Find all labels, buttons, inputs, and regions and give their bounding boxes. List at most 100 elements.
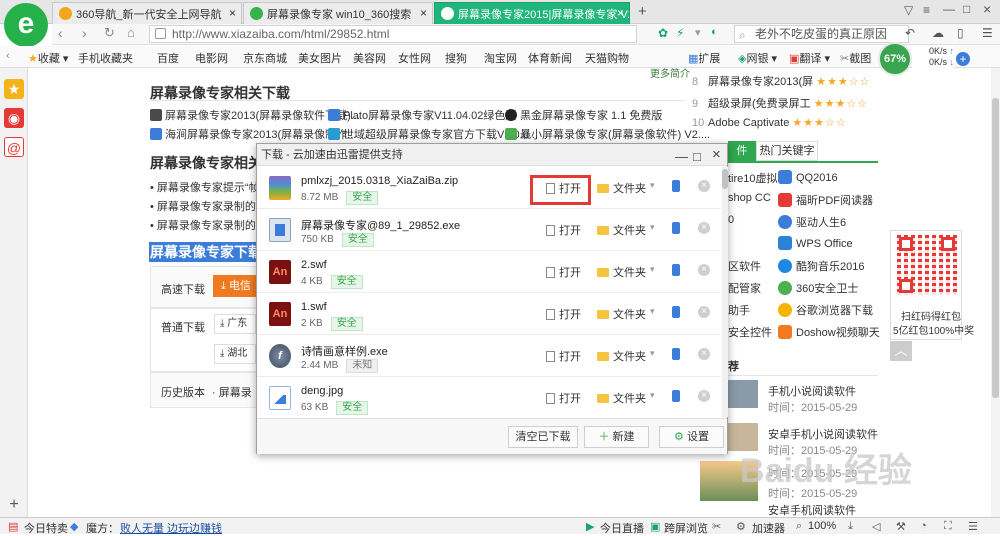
send-to-phone-icon[interactable] — [672, 306, 680, 318]
rank-item[interactable]: 10 Adobe Captivate ★★★☆☆ — [692, 116, 847, 129]
scrollbar-thumb[interactable] — [722, 169, 728, 189]
bookmark-item[interactable]: 女性网 — [398, 50, 431, 66]
new-tab-button[interactable]: + — [638, 3, 647, 20]
close-icon[interactable]: × — [420, 6, 427, 20]
send-to-phone-icon[interactable] — [672, 222, 680, 234]
refresh-icon[interactable]: ↻ — [104, 25, 115, 41]
open-button[interactable]: 打开 — [546, 390, 581, 406]
bookmark-item[interactable]: 美女图片 — [298, 50, 342, 66]
send-to-phone-icon[interactable] — [672, 390, 680, 402]
folder-button[interactable]: 文件夹 — [597, 180, 646, 196]
telecom-download-button[interactable]: ⤓ 电信 — [213, 275, 256, 297]
delete-icon[interactable]: × — [698, 264, 710, 276]
bookmark-item[interactable]: 手机收藏夹 — [78, 50, 133, 66]
download-item[interactable]: pmlxzj_2015.0318_XiaZaiBa.zip 8.72 MB 安全 … — [257, 167, 721, 209]
rank-item[interactable]: 9 超级录屏(免费录屏工 ★★★☆☆ — [692, 95, 868, 111]
scrollbar-thumb[interactable] — [992, 98, 999, 398]
bookmark-item[interactable]: 京东商城 — [243, 50, 287, 66]
zoom-level[interactable]: 100% — [808, 520, 836, 532]
cart-icon[interactable]: ▤ — [8, 520, 18, 533]
new-download-button[interactable]: ＋ 新建 — [584, 426, 649, 448]
download-icon[interactable]: ⤓ — [848, 520, 853, 533]
folder-button[interactable]: 文件夹 — [597, 348, 646, 364]
page-scrollbar[interactable] — [991, 68, 1000, 517]
software-item[interactable]: 驱动人生6 — [778, 214, 846, 230]
window-close-icon[interactable]: × — [983, 1, 991, 17]
news-title[interactable]: 安卓手机小说阅读软件 — [768, 426, 878, 442]
more-icon[interactable]: ☰ — [982, 26, 993, 40]
rank-item[interactable]: 8 屏幕录像专家2013(屏 ★★★☆☆ — [692, 73, 871, 89]
download-item[interactable]: f 诗情画意样例.exe 2.44 MB 未知 打开 文件夹 ▾ × — [257, 335, 721, 377]
qr-ad[interactable]: 扫红码得红包 5亿红包100%中奖 — [890, 230, 974, 340]
software-item[interactable]: Doshow视频聊天 — [778, 324, 880, 340]
more-intro-link[interactable]: 更多简介 — [650, 65, 690, 80]
software-item[interactable]: QQ2016 — [778, 170, 838, 184]
maximize-icon[interactable]: □ — [963, 2, 970, 16]
tools-icon[interactable]: ⚒ — [896, 520, 906, 533]
magic-icon[interactable]: ◆ — [70, 520, 78, 533]
software-item[interactable]: 福昕PDF阅读器 — [778, 192, 873, 208]
tab-hot-keywords[interactable]: 热门关键字 — [756, 141, 818, 161]
folder-button[interactable]: 文件夹 — [597, 390, 646, 406]
dropdown-icon[interactable]: ▾ — [650, 390, 655, 401]
delete-icon[interactable]: × — [698, 222, 710, 234]
software-item[interactable]: 酷狗音乐2016 — [778, 258, 864, 274]
mobile-icon[interactable]: ▯ — [957, 26, 964, 40]
related-link[interactable]: 黑金屏幕录像专家 1.1 免费版 — [505, 107, 662, 123]
download-item[interactable]: 屏幕录像专家@89_1_29852.exe 750 KB 安全 打开 文件夹 ▾ … — [257, 209, 721, 251]
close-icon[interactable]: × — [712, 144, 721, 166]
close-icon[interactable]: × — [617, 6, 624, 20]
extensions-button[interactable]: ▦扩展 — [688, 50, 720, 66]
bookmark-favorites[interactable]: ★收藏 ▾ — [28, 50, 68, 66]
bookmark-item[interactable]: 淘宝网 — [484, 50, 517, 66]
related-link[interactable]: 最小屏幕录像专家(屏幕录像软件) V2.... — [505, 126, 710, 142]
delete-icon[interactable]: × — [698, 306, 710, 318]
news-title[interactable]: 安卓手机阅读软件 — [768, 502, 856, 518]
software-item[interactable]: 助手 — [728, 302, 750, 318]
software-item[interactable]: 安全控件 — [728, 324, 772, 340]
dialog-titlebar[interactable]: 下载 - 云加速由迅雷提供支持 — □ × — [257, 144, 727, 166]
delete-icon[interactable]: × — [698, 390, 710, 402]
security-shield-icon[interactable]: ✿ — [658, 26, 668, 40]
address-bar[interactable]: http://www.xiazaiba.com/html/29852.html — [149, 25, 637, 43]
software-item[interactable]: shop CC — [728, 192, 771, 204]
history-link[interactable]: · 屏幕录 — [212, 384, 252, 400]
software-item[interactable]: 区软件 — [728, 258, 761, 274]
software-item[interactable]: 0 — [728, 214, 734, 226]
send-to-phone-icon[interactable] — [672, 264, 680, 276]
skin-icon[interactable]: ▽ — [904, 3, 913, 17]
mail-icon[interactable]: @ — [4, 137, 24, 157]
accelerator-icon[interactable]: ⚙ — [736, 520, 746, 533]
zoom-icon[interactable]: ⌕ — [796, 520, 802, 533]
download-item[interactable]: An 2.swf 4 KB 安全 打开 文件夹 ▾ × — [257, 251, 721, 293]
send-to-phone-icon[interactable] — [672, 348, 680, 360]
forward-icon[interactable]: › — [82, 25, 87, 41]
dropdown-icon[interactable]: ▾ — [650, 264, 655, 275]
minimize-icon[interactable]: — — [675, 146, 688, 168]
open-button[interactable]: 打开 — [546, 222, 581, 238]
delete-icon[interactable]: × — [698, 348, 710, 360]
tutorial-item[interactable]: • 屏幕录像专家提示“帧数 — [150, 179, 271, 195]
download-item[interactable]: deng.jpg 63 KB 安全 打开 文件夹 ▾ × — [257, 377, 721, 419]
search-engine-icon[interactable]: ◐ — [711, 26, 718, 38]
translate-button[interactable]: ▣翻译 ▾ — [789, 50, 830, 66]
minimize-icon[interactable]: — — [943, 2, 955, 16]
close-icon[interactable]: × — [229, 6, 236, 20]
dropdown-icon[interactable]: ▾ — [650, 348, 655, 359]
bookmark-item[interactable]: 搜狗 — [445, 50, 467, 66]
dropdown-icon[interactable]: ▾ — [650, 306, 655, 317]
cloud-icon[interactable]: ☁ — [932, 26, 944, 40]
bookmark-item[interactable]: 电影网 — [195, 50, 228, 66]
news-title[interactable]: 手机小说阅读软件 — [768, 383, 856, 399]
accelerate-icon[interactable]: + — [956, 52, 970, 66]
favorites-icon[interactable]: ★ — [4, 79, 24, 99]
search-box[interactable]: ⌕ 老外不吃皮蛋的真正原因 — [734, 25, 909, 43]
settings-button[interactable]: ⚙ 设置 — [659, 426, 724, 448]
software-item[interactable]: 谷歌浏览器下载 — [778, 302, 873, 318]
send-to-phone-icon[interactable] — [672, 180, 680, 192]
dialog-scrollbar[interactable] — [722, 167, 728, 417]
folder-button[interactable]: 文件夹 — [597, 264, 646, 280]
dropdown-icon[interactable]: ▾ — [650, 180, 655, 191]
open-button[interactable]: 打开 — [546, 264, 581, 280]
bookmark-item[interactable]: 天猫购物 — [585, 50, 629, 66]
